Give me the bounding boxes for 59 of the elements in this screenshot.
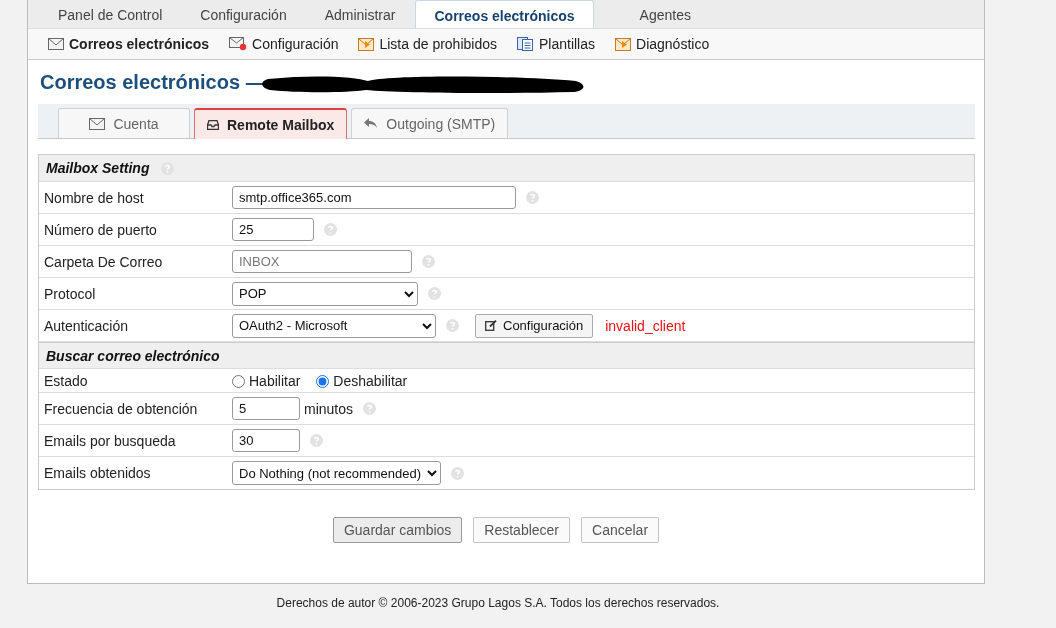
- field-label: Emails obtenidos: [44, 465, 152, 481]
- help-icon[interactable]: [446, 319, 459, 332]
- nav-tab[interactable]: Agentes: [595, 0, 735, 28]
- help-icon[interactable]: [422, 255, 435, 268]
- inbox-icon: [207, 119, 219, 130]
- subnav-link[interactable]: Configuración: [252, 36, 339, 52]
- tab[interactable]: Cuenta: [58, 108, 190, 138]
- form-button[interactable]: Restablecer: [473, 517, 571, 543]
- reply-icon: [364, 118, 379, 129]
- envelope-icon: [229, 37, 248, 51]
- tab[interactable]: Remote Mailbox: [194, 108, 348, 139]
- dropdown[interactable]: Do Nothing (not recommended): [232, 461, 441, 485]
- subnav-link[interactable]: Diagnóstico: [636, 36, 710, 52]
- subnav-link[interactable]: Plantillas: [539, 36, 595, 52]
- field-label: Nombre de host: [44, 189, 145, 206]
- text-field[interactable]: 25: [232, 218, 314, 241]
- nav-tab[interactable]: Correos electrónicos: [415, 0, 594, 28]
- help-icon[interactable]: [451, 466, 464, 480]
- field-label: Autenticación: [44, 317, 130, 334]
- field-label: Estado: [44, 373, 89, 389]
- help-icon[interactable]: [363, 402, 377, 415]
- nav-tab[interactable]: Administrar: [306, 0, 414, 28]
- radio-button[interactable]: [316, 374, 330, 388]
- help-icon[interactable]: [310, 434, 323, 447]
- radio-label: Habilitar: [249, 373, 301, 389]
- text-field[interactable]: 5: [232, 397, 300, 420]
- field-label: Carpeta De Correo: [44, 253, 164, 270]
- field-label: Frecuencia de obtención: [44, 400, 199, 417]
- form-button[interactable]: Cancelar: [581, 517, 660, 543]
- error-message: invalid_client: [605, 317, 686, 334]
- radio-label: Deshabilitar: [333, 373, 408, 389]
- field-label: Número de puerto: [44, 221, 158, 238]
- dropdown[interactable]: POP: [232, 281, 418, 306]
- text-field[interactable]: 30: [232, 429, 300, 452]
- radio-button[interactable]: [232, 374, 245, 388]
- subnav-link[interactable]: Lista de prohibidos: [379, 36, 497, 52]
- subnav-link[interactable]: Correos electrónicos: [69, 36, 210, 52]
- envelope-icon: [48, 38, 64, 50]
- help-icon[interactable]: [161, 161, 175, 175]
- edit-icon: [485, 320, 497, 331]
- nav-tab[interactable]: Configuración: [182, 0, 305, 28]
- copyright-text: Derechos de autor © 2006-2023 Grupo Lagos S.A. Todos los derechos reservados.: [275, 596, 721, 610]
- nav-tab[interactable]: Panel de Control: [40, 0, 181, 28]
- unit-label: minutos: [304, 400, 354, 417]
- tab[interactable]: Outgoing (SMTP): [351, 108, 509, 138]
- envelope-icon: [89, 117, 106, 130]
- config-button[interactable]: Configuración: [475, 313, 594, 338]
- help-icon[interactable]: [324, 223, 337, 236]
- text-field[interactable]: smtp.office365.com: [232, 186, 516, 209]
- help-icon[interactable]: [428, 287, 441, 300]
- help-icon[interactable]: [526, 191, 539, 204]
- field-label: Protocol: [44, 285, 97, 302]
- section-title: Buscar correo electrónico: [46, 347, 220, 364]
- field-label: Emails por busqueda: [44, 432, 177, 449]
- form-button[interactable]: Guardar cambios: [332, 517, 463, 543]
- text-field[interactable]: INBOX: [232, 250, 412, 273]
- dropdown[interactable]: OAuth2 - Microsoft: [232, 313, 436, 338]
- section-title: Mailbox Setting: [46, 160, 150, 176]
- documents-icon: [517, 37, 534, 51]
